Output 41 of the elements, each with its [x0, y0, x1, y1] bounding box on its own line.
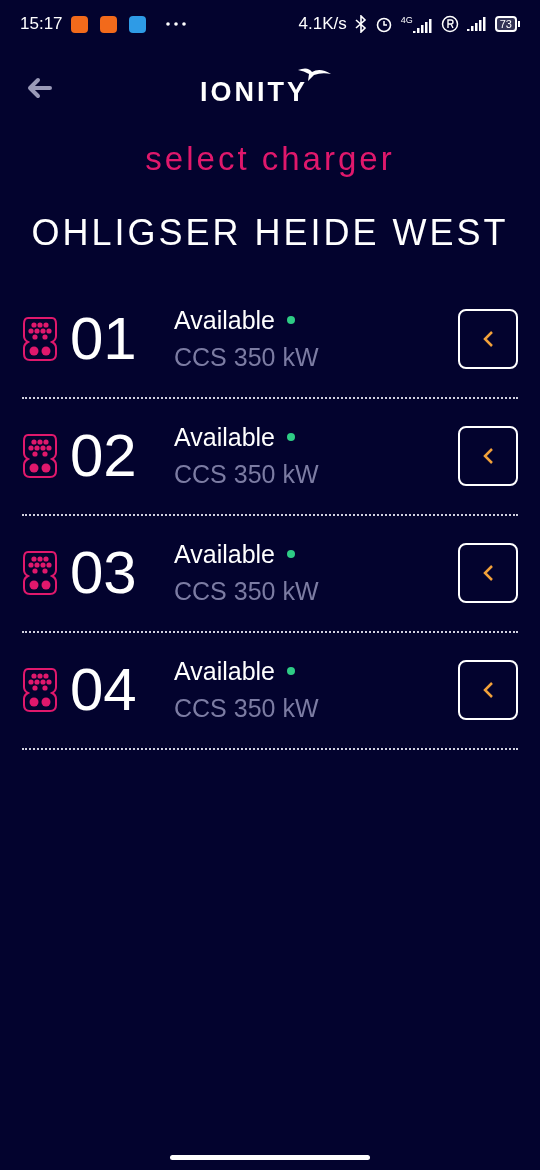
charger-status: Available: [174, 304, 275, 336]
charger-number: 01: [70, 309, 138, 369]
chevron-icon: [482, 681, 494, 699]
connector-type: CCS 350 kW: [174, 459, 319, 490]
connector-type: CCS 350 kW: [174, 576, 319, 607]
charger-number: 04: [70, 660, 138, 720]
select-button[interactable]: [458, 309, 518, 369]
clock: 15:17: [20, 13, 63, 36]
connector-icon: [22, 550, 58, 596]
battery-icon: 73: [494, 16, 520, 32]
connector-icon: [22, 433, 58, 479]
bluetooth-icon: [354, 15, 367, 33]
connector-icon: [22, 667, 58, 713]
roaming-icon: [440, 15, 459, 33]
select-button[interactable]: [458, 660, 518, 720]
alarm-icon: [374, 15, 393, 33]
more-icon: [165, 22, 186, 26]
app-icon: [128, 15, 146, 33]
network-type: 4G: [400, 15, 413, 25]
select-button[interactable]: [458, 426, 518, 486]
app-icon: [99, 15, 117, 33]
chevron-icon: [482, 447, 494, 465]
page-title: select charger: [144, 139, 396, 179]
network-speed: 4.1K/s: [298, 13, 347, 36]
connector-type: CCS 350 kW: [174, 693, 319, 724]
connector-type: CCS 350 kW: [174, 342, 319, 373]
signal-icon: [466, 17, 487, 31]
select-button[interactable]: [458, 543, 518, 603]
back-icon: [26, 77, 52, 99]
charger-status: Available: [174, 538, 275, 570]
connector-icon: [22, 316, 58, 362]
charger-number: 03: [70, 543, 138, 603]
signal-icon: [412, 18, 433, 33]
charger-number: 02: [70, 426, 138, 486]
charger-status: Available: [174, 421, 275, 453]
app-icon: [70, 15, 88, 33]
logo: IONITY: [200, 66, 332, 113]
chevron-icon: [482, 564, 494, 582]
charger-status: Available: [174, 655, 275, 687]
station-name: OHLIGSER HEIDE WEST: [30, 210, 510, 255]
chevron-icon: [482, 330, 494, 348]
